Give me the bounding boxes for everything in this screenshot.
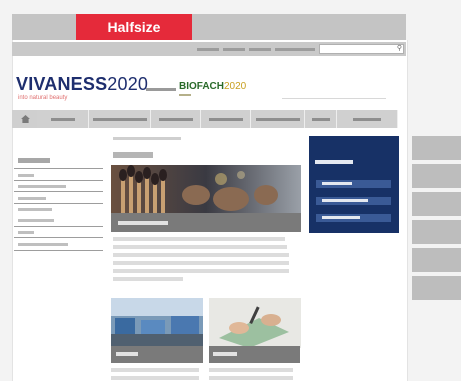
sidebar-divider (14, 180, 103, 181)
hero-image-brushes[interactable] (111, 165, 301, 215)
thumbnail-caption-text (213, 352, 237, 356)
article-text-line (113, 253, 289, 257)
sidebar-divider (14, 168, 103, 169)
search-input[interactable] (319, 44, 404, 54)
highlight-link-label (322, 199, 368, 202)
sidebar-item[interactable] (18, 219, 54, 222)
home-icon (20, 115, 30, 123)
article-text-line (113, 269, 289, 273)
nav-item-label (208, 118, 243, 121)
nav-item-label (311, 118, 330, 121)
highlight-link-label (322, 216, 360, 219)
logo-second-sub (179, 94, 191, 96)
sidebar-divider (14, 237, 103, 238)
side-ad-box[interactable] (412, 276, 461, 300)
nav-item[interactable] (37, 110, 89, 128)
side-ad-box[interactable] (412, 164, 461, 188)
logo-second-text: BIOFACH (179, 81, 224, 92)
utility-link[interactable] (275, 48, 315, 51)
nav-item-label (50, 118, 75, 121)
sidebar-heading (18, 158, 50, 163)
nav-item[interactable] (251, 110, 305, 128)
utility-link[interactable] (223, 48, 245, 51)
side-ad-box[interactable] (412, 192, 461, 216)
nav-item[interactable] (305, 110, 337, 128)
sidebar-item[interactable] (18, 243, 68, 246)
sidebar-item[interactable] (18, 231, 34, 234)
logo-main-text: VIVANESS (16, 74, 108, 94)
nav-item-label (353, 118, 381, 121)
ad-banner-placeholder (196, 14, 406, 40)
sidebar-divider (14, 250, 103, 251)
sidebar-item[interactable] (18, 185, 66, 188)
search-icon[interactable]: ⚲ (395, 44, 404, 54)
article-text-line (113, 245, 287, 249)
vivaness-logo[interactable]: VIVANESS2020 (16, 75, 148, 93)
thumbnail-text-line (209, 376, 293, 380)
nav-item[interactable] (89, 110, 151, 128)
side-ad-box[interactable] (412, 248, 461, 272)
thumbnail-text-line (111, 368, 199, 372)
thumbnail-image-hall[interactable] (111, 298, 203, 348)
thumbnail-image-hands[interactable] (209, 298, 301, 348)
header-rule (282, 98, 386, 99)
sidebar-divider (14, 203, 103, 204)
sidebar-divider (14, 226, 103, 227)
nav-item-label (158, 118, 193, 121)
logo-second-year: 2020 (224, 81, 247, 92)
nav-item[interactable] (337, 110, 398, 128)
nav-item-label (92, 118, 147, 121)
sidebar-item[interactable] (18, 174, 34, 177)
article-text-line (113, 237, 285, 241)
article-text-line (113, 277, 183, 281)
highlight-box-title (315, 160, 353, 164)
sidebar-item[interactable] (18, 208, 52, 211)
utility-link[interactable] (249, 48, 271, 51)
nav-item[interactable] (151, 110, 201, 128)
article-text-line (113, 261, 289, 265)
thumbnail-text-line (111, 376, 199, 380)
logo-divider (146, 88, 176, 91)
logo-main-year: 2020 (107, 74, 149, 94)
side-ad-box[interactable] (412, 136, 461, 160)
article-heading (113, 152, 153, 158)
biofach-logo[interactable]: BIOFACH2020 (179, 81, 246, 93)
halfsize-ad-label[interactable]: Halfsize (76, 14, 192, 40)
side-ad-box[interactable] (412, 220, 461, 244)
nav-home[interactable] (14, 110, 36, 128)
thumbnail-caption-text (116, 352, 138, 356)
sidebar-item[interactable] (18, 197, 46, 200)
thumbnail-text-line (209, 368, 293, 372)
nav-item[interactable] (201, 110, 251, 128)
nav-item-label (255, 118, 300, 121)
utility-link[interactable] (197, 48, 219, 51)
sidebar-divider (14, 191, 103, 192)
breadcrumb (113, 137, 181, 140)
hero-caption-text (118, 221, 168, 225)
logo-tagline: into natural beauty (18, 95, 68, 101)
highlight-link-label (322, 182, 352, 185)
